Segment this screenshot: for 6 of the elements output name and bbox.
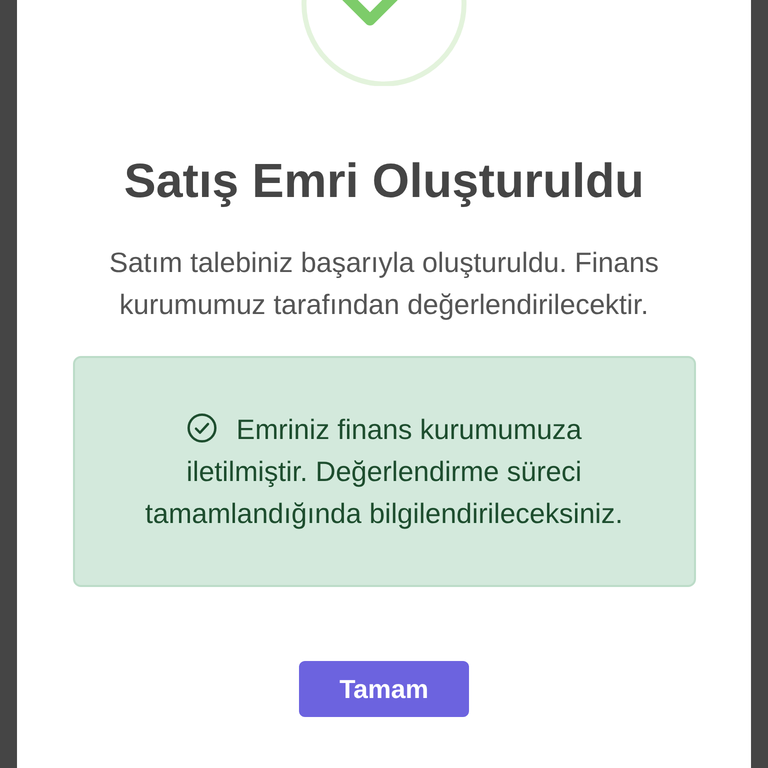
dialog-message: Satım talebiniz başarıyla oluşturuldu. Finans kurumumuz tarafından değerlendirilecektir. — [108, 246, 660, 322]
notice-text: Emriniz finans kurumumuza iletilmiştir. Değerlendirme süreci tamamlandığında bilgilendirileceksiniz. — [144, 410, 624, 531]
check-circle-icon — [186, 412, 218, 444]
ok-button[interactable]: Tamam — [299, 661, 469, 717]
dialog-title: Satış Emri Oluşturuldu — [124, 154, 644, 210]
success-check-icon — [300, 0, 468, 86]
